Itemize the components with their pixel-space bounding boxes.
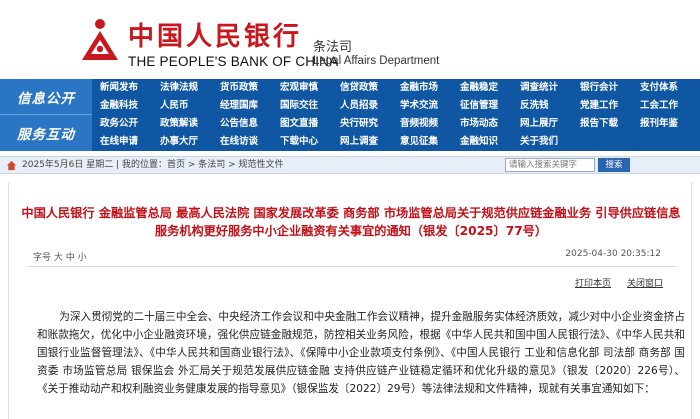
nav-link[interactable]: 法律法规 — [158, 79, 218, 97]
nav-link[interactable]: 网上调查 — [338, 133, 398, 151]
nav-section-info-public: 信息公开 — [0, 79, 92, 115]
nav-link[interactable]: 网上展厅 — [518, 115, 578, 133]
nav-link[interactable]: 报告下载 — [578, 115, 638, 133]
font-size-selector[interactable]: 字号 大 中 小 — [33, 250, 87, 263]
nav-link[interactable]: 人民币 — [158, 97, 218, 115]
search-input[interactable] — [505, 158, 595, 172]
nav-link[interactable]: 意见征集 — [398, 133, 458, 151]
nav-link[interactable]: 金融市场 — [398, 79, 458, 97]
nav-link[interactable]: 金融知识 — [458, 133, 518, 151]
nav-link[interactable]: 金融稳定 — [458, 79, 518, 97]
main-navigation: 信息公开 服务互动 新闻发布 法律法规 货币政策 宏观审慎 信贷政策 金融市场 … — [0, 79, 700, 151]
pboc-logo-icon — [82, 19, 118, 60]
nav-link[interactable]: 信贷政策 — [338, 79, 398, 97]
breadcrumb-bar: 2025年5月6日 星期二 | 我的位置：首页 > 条法司 > 规范性文件 搜索 — [0, 156, 700, 174]
nav-link[interactable]: 市场动态 — [458, 115, 518, 133]
nav-link[interactable]: 宏观审慎 — [278, 79, 338, 97]
nav-row: 政务公开 政策解读 公告信息 图文直播 央行研究 音频视频 市场动态 网上展厅 … — [98, 115, 698, 133]
bank-name-cn: 中国人民银行 — [128, 22, 303, 52]
nav-link[interactable]: 办事大厅 — [158, 133, 218, 151]
nav-link[interactable]: 政策解读 — [158, 115, 218, 133]
nav-section-service-interaction: 服务互动 — [0, 115, 92, 151]
nav-link[interactable]: 银行会计 — [578, 79, 638, 97]
nav-link[interactable]: 在线申请 — [98, 133, 158, 151]
nav-link[interactable]: 图文直播 — [278, 115, 338, 133]
site-header: 中国人民银行 THE PEOPLE'S BANK OF CHINA 条法司 Le… — [0, 0, 700, 76]
nav-link[interactable]: 人员招录 — [338, 97, 398, 115]
nav-link[interactable]: 党建工作 — [578, 97, 638, 115]
nav-link[interactable]: 新闻发布 — [98, 79, 158, 97]
nav-link[interactable]: 反洗钱 — [518, 97, 578, 115]
nav-link[interactable]: 征信管理 — [458, 97, 518, 115]
nav-link[interactable]: 学术交流 — [398, 97, 458, 115]
home-icon — [6, 160, 17, 171]
search-button[interactable]: 搜索 — [598, 158, 630, 172]
nav-row: 在线申请 办事大厅 在线访谈 下载中心 网上调查 意见征集 金融知识 关于我们 — [98, 133, 698, 151]
nav-link[interactable]: 政务公开 — [98, 115, 158, 133]
article-container: 中国人民银行 金融监管总局 最高人民法院 国家发展改革委 商务部 市场监管总局关… — [8, 182, 692, 419]
department-name-cn: 条法司 — [313, 40, 353, 55]
article-title: 中国人民银行 金融监管总局 最高人民法院 国家发展改革委 商务部 市场监管总局关… — [21, 206, 681, 238]
nav-link[interactable]: 金融科技 — [98, 97, 158, 115]
close-window-link[interactable]: 关闭窗口 — [627, 276, 663, 289]
print-page-link[interactable]: 打印本页 — [575, 276, 611, 289]
nav-link[interactable]: 调查统计 — [518, 79, 578, 97]
article-date: 2025-04-30 20:35:12 — [565, 249, 661, 259]
nav-link[interactable]: 货币政策 — [218, 79, 278, 97]
nav-row: 金融科技 人民币 经理国库 国际交往 人员招录 学术交流 征信管理 反洗钱 党建… — [98, 97, 698, 115]
department-name-en: Legal Affairs Department — [313, 55, 440, 67]
nav-row: 新闻发布 法律法规 货币政策 宏观审慎 信贷政策 金融市场 金融稳定 调查统计 … — [98, 79, 698, 97]
article-body: 为深入贯彻党的二十届三中全会、中央经济工作会议和中央金融工作会议精神，提升金融服… — [37, 311, 685, 395]
bank-name-en: THE PEOPLE'S BANK OF CHINA — [128, 54, 339, 69]
nav-link[interactable]: 央行研究 — [338, 115, 398, 133]
nav-link[interactable]: 支付体系 — [638, 79, 698, 97]
nav-link[interactable]: 报刊年鉴 — [638, 115, 698, 133]
nav-link[interactable]: 工会工作 — [638, 97, 698, 115]
breadcrumb[interactable]: 2025年5月6日 星期二 | 我的位置：首页 > 条法司 > 规范性文件 — [22, 159, 284, 172]
nav-link[interactable]: 音频视频 — [398, 115, 458, 133]
nav-link[interactable]: 下载中心 — [278, 133, 338, 151]
nav-link[interactable]: 关于我们 — [518, 133, 578, 151]
divider — [27, 266, 677, 267]
nav-link[interactable]: 在线访谈 — [218, 133, 278, 151]
nav-link[interactable]: 公告信息 — [218, 115, 278, 133]
nav-link[interactable]: 经理国库 — [218, 97, 278, 115]
nav-link[interactable]: 国际交往 — [278, 97, 338, 115]
